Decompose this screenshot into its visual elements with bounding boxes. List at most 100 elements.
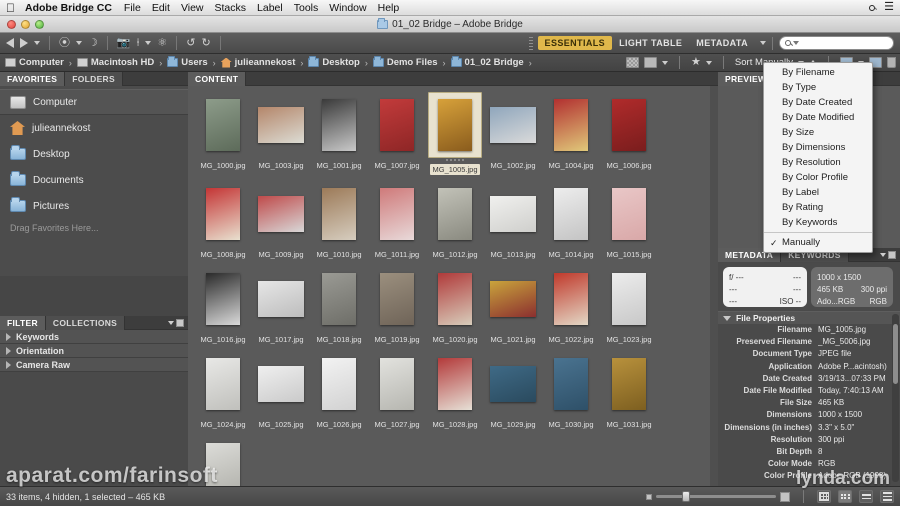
workspace-chevron-down-icon[interactable] — [760, 41, 766, 45]
star-icon[interactable]: ★ — [691, 57, 701, 68]
reveal-chevron-down-icon[interactable] — [76, 41, 82, 45]
thumbnail-cell[interactable]: MG_1007.jpg — [368, 92, 426, 175]
thumbnail-image[interactable] — [312, 266, 366, 332]
thumbnail-cell[interactable]: MG_1014.jpg — [542, 181, 600, 260]
thumbnail-image[interactable] — [254, 181, 308, 247]
thumbnail-image[interactable] — [486, 181, 540, 247]
small-thumbnail-icon[interactable] — [646, 493, 652, 500]
workspace-light-table[interactable]: LIGHT TABLE — [612, 36, 689, 50]
thumbnail-cell[interactable]: MG_1022.jpg — [542, 266, 600, 345]
apple-icon[interactable]:  — [6, 2, 15, 14]
panel-menu-icon[interactable] — [880, 251, 896, 259]
thumbnail-image[interactable] — [428, 92, 482, 158]
thumbnail-image[interactable] — [486, 266, 540, 332]
thumbnail-cell[interactable]: MG_1019.jpg — [368, 266, 426, 345]
lock-thumbnail-grid-icon[interactable] — [817, 490, 831, 503]
forward-arrow-icon[interactable] — [20, 38, 28, 48]
sort-menu-item-by-keywords[interactable]: By Keywords — [764, 215, 872, 230]
list-menu-icon[interactable]: ☰ — [884, 2, 894, 13]
thumbnail-cell[interactable]: MG_1030.jpg — [542, 351, 600, 430]
thumbnail-image[interactable] — [544, 92, 598, 158]
sort-menu-item-by-date-modified[interactable]: By Date Modified — [764, 110, 872, 125]
tab-collections[interactable]: COLLECTIONS — [45, 316, 126, 330]
thumbnail-image[interactable] — [196, 351, 250, 417]
workspace-essentials[interactable]: ESSENTIALS — [537, 36, 613, 50]
tab-folders[interactable]: FOLDERS — [65, 72, 123, 86]
menu-tools[interactable]: Tools — [294, 2, 319, 14]
slider-track[interactable] — [656, 491, 776, 502]
thumbnail-image[interactable] — [370, 92, 424, 158]
thumbnail-image[interactable] — [312, 351, 366, 417]
favorite-item-pictures[interactable]: Pictures — [0, 193, 188, 219]
sort-menu-item-by-rating[interactable]: By Rating — [764, 200, 872, 215]
sort-menu-item-by-date-created[interactable]: By Date Created — [764, 95, 872, 110]
view-mode-icon[interactable] — [644, 57, 658, 68]
thumbnail-cell[interactable]: MG_1005.jpg — [426, 92, 484, 175]
thumbnail-cell[interactable]: MG_1017.jpg — [252, 266, 310, 345]
breadcrumb-item-demo-files[interactable]: Demo Files — [372, 56, 438, 68]
thumbnail-image[interactable] — [254, 266, 308, 332]
search-icon[interactable] — [869, 2, 876, 14]
trash-icon[interactable] — [887, 57, 896, 68]
thumbnail-cell[interactable]: MG_1013.jpg — [484, 181, 542, 260]
thumbnail-image[interactable] — [544, 266, 598, 332]
sort-menu-item-by-size[interactable]: By Size — [764, 125, 872, 140]
thumbnail-cell[interactable]: MG_1004.jpg — [542, 92, 600, 175]
thumbnail-image[interactable] — [312, 181, 366, 247]
thumbnail-image[interactable] — [196, 181, 250, 247]
thumbnail-image[interactable] — [602, 351, 656, 417]
refine-chevron-down-icon[interactable] — [145, 41, 152, 45]
rotate-clockwise-icon[interactable]: ↻ — [202, 37, 211, 49]
thumbnail-image[interactable] — [254, 351, 308, 417]
thumbnail-image[interactable] — [370, 351, 424, 417]
thumbnail-cell[interactable]: MG_1025.jpg — [252, 351, 310, 430]
breadcrumb-item-01-02-bridge[interactable]: 01_02 Bridge — [450, 56, 524, 68]
favorite-item-computer[interactable]: Computer — [0, 89, 188, 115]
sort-menu-item-by-resolution[interactable]: By Resolution — [764, 155, 872, 170]
thumbnail-image[interactable] — [544, 351, 598, 417]
workspace-grip-handle[interactable] — [528, 36, 533, 50]
thumbnail-image[interactable] — [370, 181, 424, 247]
thumbnail-image[interactable] — [312, 92, 366, 158]
thumbnail-image[interactable] — [486, 351, 540, 417]
thumbnail-cell[interactable]: MG_1023.jpg — [600, 266, 658, 345]
thumbnail-image[interactable] — [486, 92, 540, 158]
thumbnail-cell[interactable]: MG_1009.jpg — [252, 181, 310, 260]
panel-menu-icon[interactable] — [168, 319, 184, 327]
menu-help[interactable]: Help — [378, 2, 400, 14]
breadcrumb-item-users[interactable]: Users — [167, 56, 208, 68]
thumbnail-cell[interactable]: MG_1028.jpg — [426, 351, 484, 430]
view-chevron-down-icon[interactable] — [662, 60, 669, 65]
get-photos-from-camera-icon[interactable]: 📷 — [117, 37, 131, 49]
menu-edit[interactable]: Edit — [152, 2, 170, 14]
thumbnail-image[interactable] — [602, 92, 656, 158]
thumbnail-cell[interactable]: MG_1020.jpg — [426, 266, 484, 345]
reveal-icon[interactable]: ⦿ — [59, 37, 70, 49]
menu-stacks[interactable]: Stacks — [215, 2, 247, 14]
thumbnail-image[interactable] — [254, 92, 308, 158]
chevron-down-icon[interactable] — [34, 41, 40, 45]
search-input[interactable] — [779, 36, 894, 50]
breadcrumb-item-desktop[interactable]: Desktop — [308, 56, 360, 68]
rating-chevron-down-icon[interactable] — [705, 60, 712, 65]
thumbnail-image[interactable] — [196, 92, 250, 158]
favorite-item-desktop[interactable]: Desktop — [0, 141, 188, 167]
file-properties-header[interactable]: File Properties — [718, 311, 900, 324]
breadcrumb-item-computer[interactable]: Computer — [5, 57, 64, 68]
thumbnail-cell[interactable]: MG_1031.jpg — [600, 351, 658, 430]
thumbnail-image[interactable] — [602, 266, 656, 332]
rating-dots[interactable] — [446, 159, 464, 162]
menu-label[interactable]: Label — [257, 2, 283, 14]
thumbnail-cell[interactable]: MG_1002.jpg — [484, 92, 542, 175]
slider-knob[interactable] — [682, 491, 690, 502]
grid-view-icon[interactable] — [838, 490, 852, 503]
thumbnail-image[interactable] — [428, 266, 482, 332]
sort-menu-item-by-filename[interactable]: By Filename — [764, 65, 872, 80]
thumbnail-image[interactable] — [196, 266, 250, 332]
workspace-metadata[interactable]: METADATA — [689, 36, 755, 50]
thumbnail-cell[interactable]: MG_1000.jpg — [194, 92, 252, 175]
content-scrollbar[interactable] — [710, 86, 718, 486]
thumbnail-cell[interactable]: MG_1008.jpg — [194, 181, 252, 260]
sort-menu-item-by-color-profile[interactable]: By Color Profile — [764, 170, 872, 185]
filter-icon[interactable] — [626, 57, 640, 68]
